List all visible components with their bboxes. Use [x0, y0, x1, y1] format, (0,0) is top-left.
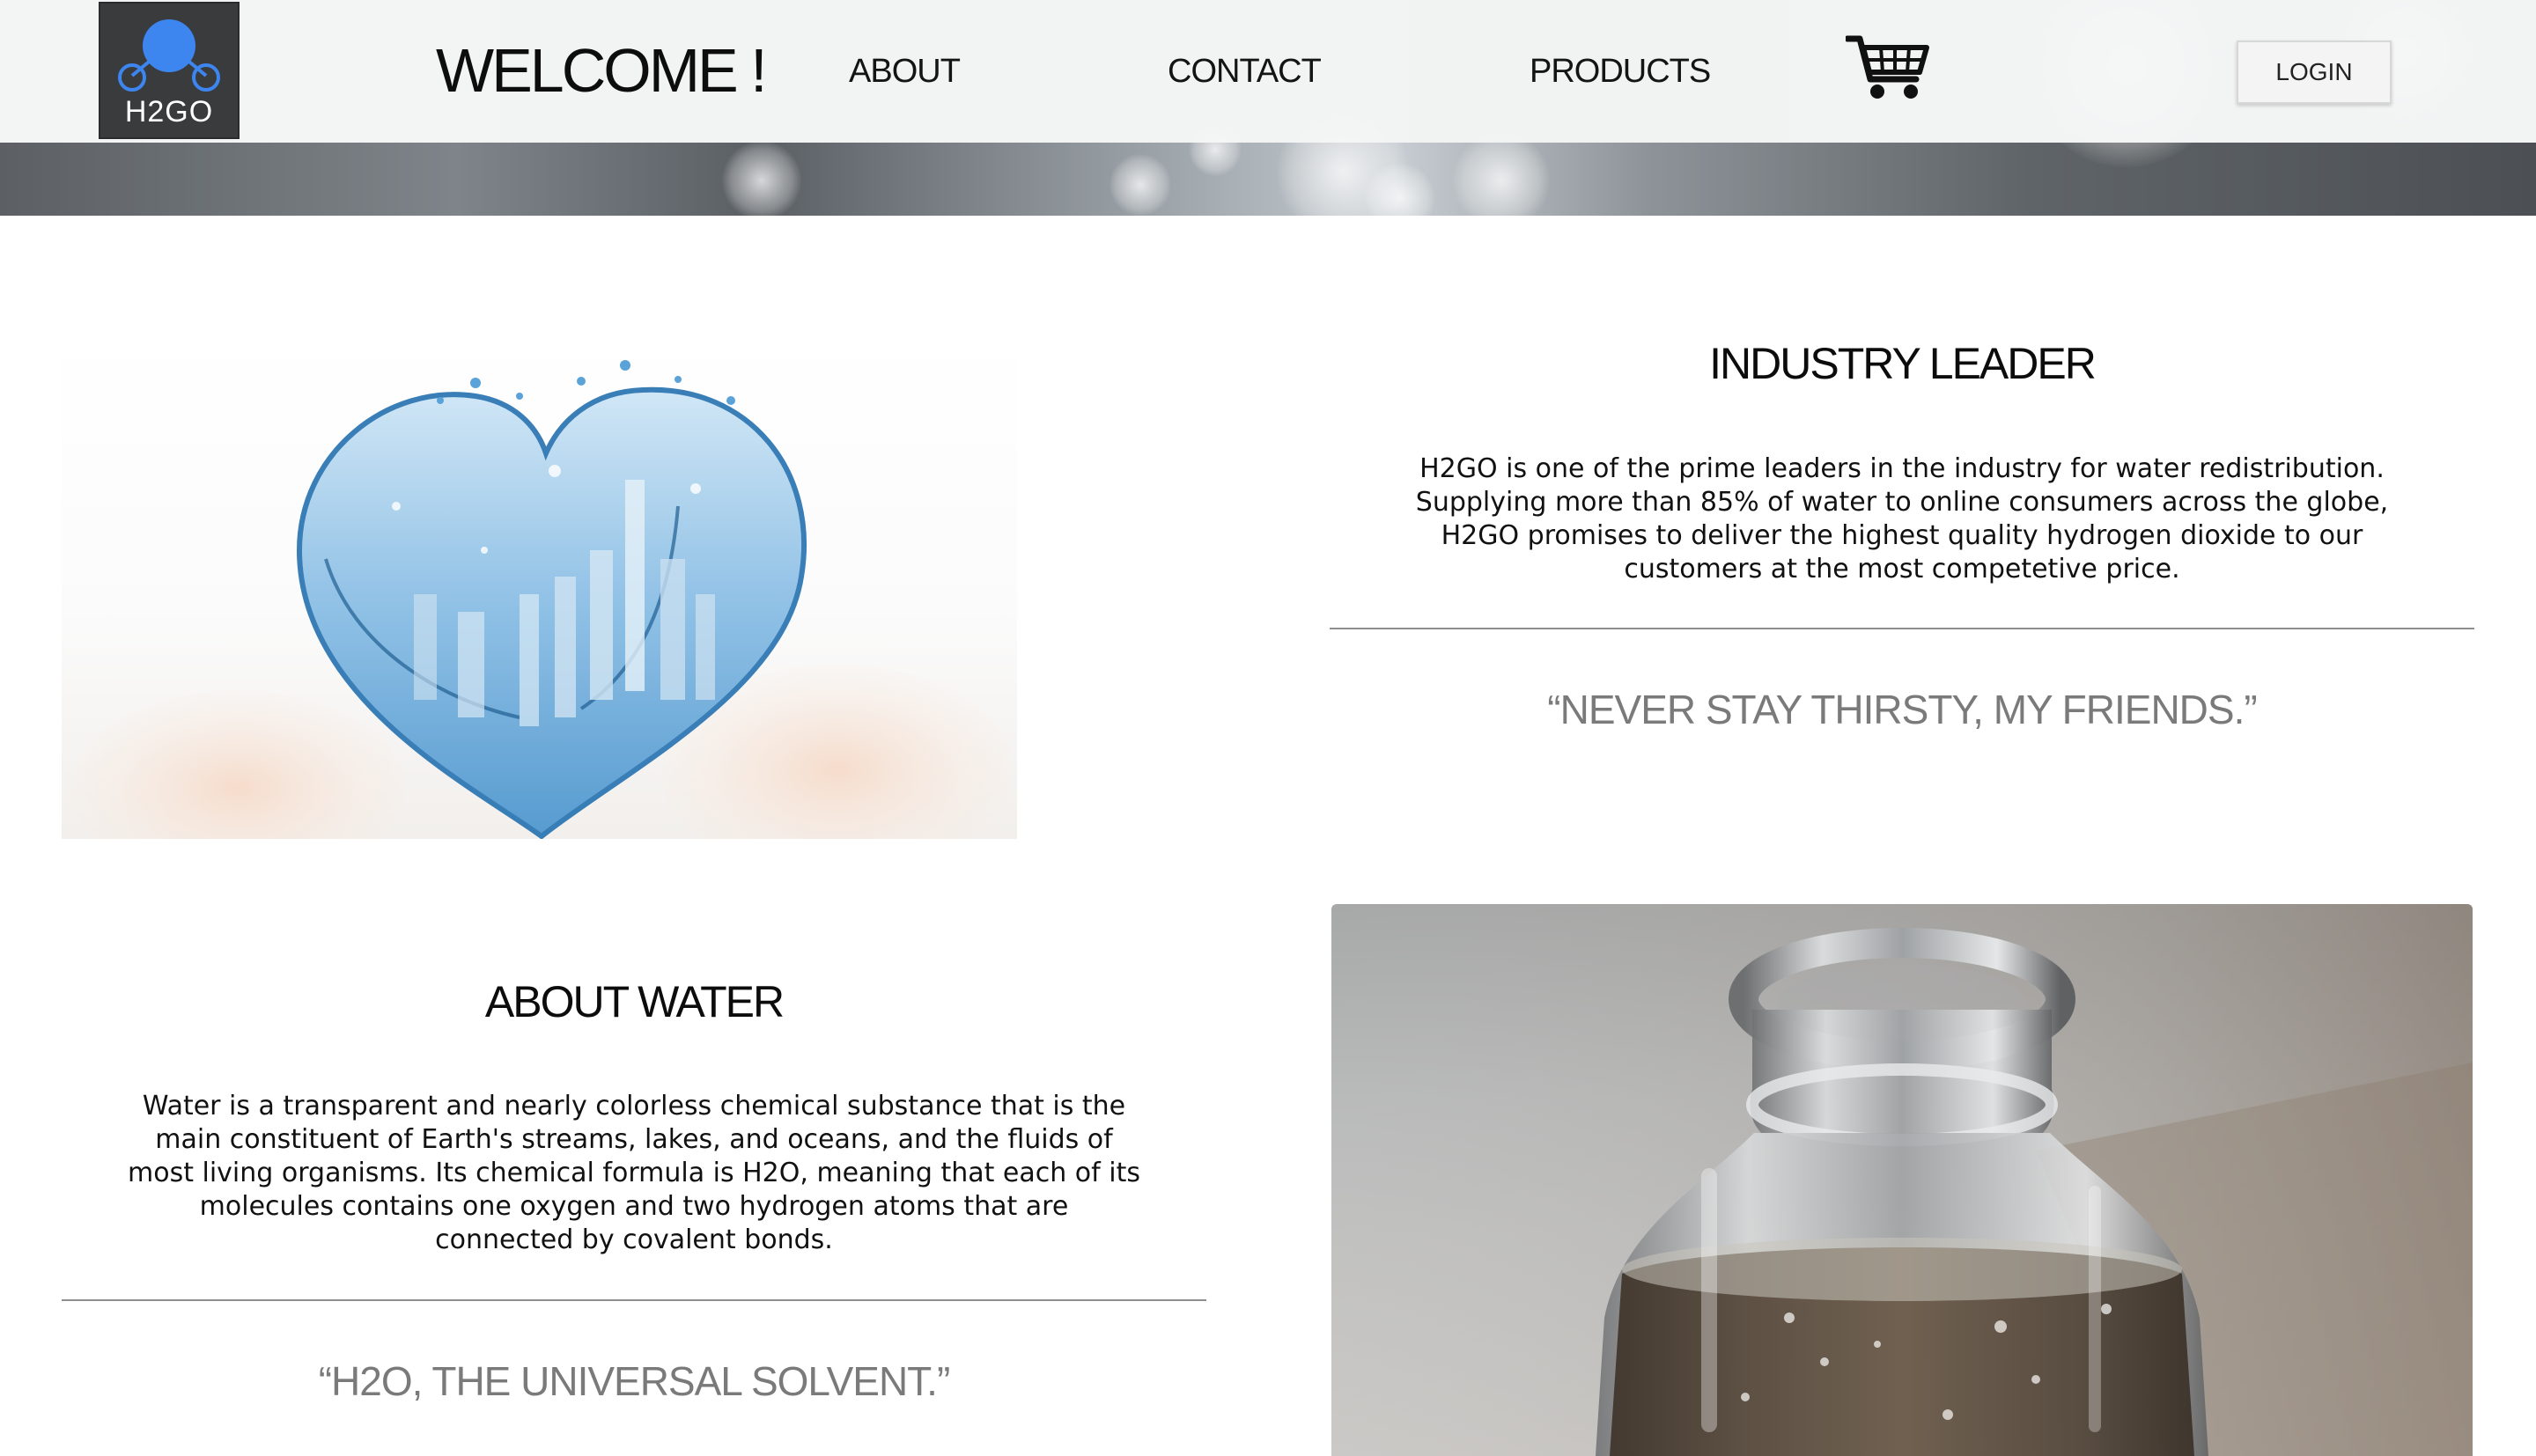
- about-water-quote: “H2O, THE UNIVERSAL SOLVENT.”: [318, 1358, 951, 1404]
- bokeh-light: [1110, 154, 1171, 216]
- hero-header: H2GO WELCOME ! ABOUT CONTACT PRODUCTS LO…: [0, 0, 2536, 216]
- logo-text: H2GO: [124, 95, 214, 129]
- industry-quote: “NEVER STAY THIRSTY, MY FRIENDS.”: [1547, 687, 2257, 732]
- divider: [1330, 628, 2474, 629]
- about-line: main constituent of Earth's streams, lak…: [155, 1124, 1113, 1155]
- industry-line: Supplying more than 85% of water to onli…: [1415, 487, 2389, 518]
- about-line: Water is a transparent and nearly colorl…: [142, 1091, 1126, 1121]
- industry-line: H2GO promises to deliver the highest qua…: [1441, 520, 2363, 551]
- industry-paragraph: H2GO is one of the prime leaders in the …: [1330, 452, 2474, 586]
- industry-line: customers at the most competetive price.: [1624, 554, 2180, 585]
- about-water-title: ABOUT WATER: [484, 977, 785, 1026]
- about-line: molecules contains one oxygen and two hy…: [199, 1191, 1069, 1222]
- industry-line: H2GO is one of the prime leaders in the …: [1419, 453, 2385, 484]
- logo[interactable]: H2GO: [99, 2, 240, 139]
- water-heart-image: [62, 330, 1017, 839]
- about-line: connected by covalent bonds.: [435, 1224, 833, 1255]
- shopping-cart-icon[interactable]: [1846, 33, 1930, 102]
- nav-link-contact[interactable]: CONTACT: [1168, 51, 1322, 92]
- login-button[interactable]: LOGIN: [2237, 40, 2392, 104]
- divider: [62, 1299, 1206, 1301]
- water-heart-illustration: [70, 360, 1013, 839]
- nav-link-about[interactable]: ABOUT: [849, 51, 961, 92]
- about-water-paragraph: Water is a transparent and nearly colorl…: [62, 1090, 1206, 1257]
- bokeh-light: [722, 141, 801, 216]
- welcome-heading: WELCOME !: [436, 36, 768, 105]
- about-line: most living organisms. Its chemical form…: [128, 1158, 1140, 1188]
- glass-bottle-illustration: [1331, 904, 2473, 1456]
- nav-link-products[interactable]: PRODUCTS: [1530, 51, 1711, 92]
- industry-leader-title: INDUSTRY LEADER: [1709, 339, 2097, 388]
- water-bottle-image: [1331, 904, 2473, 1456]
